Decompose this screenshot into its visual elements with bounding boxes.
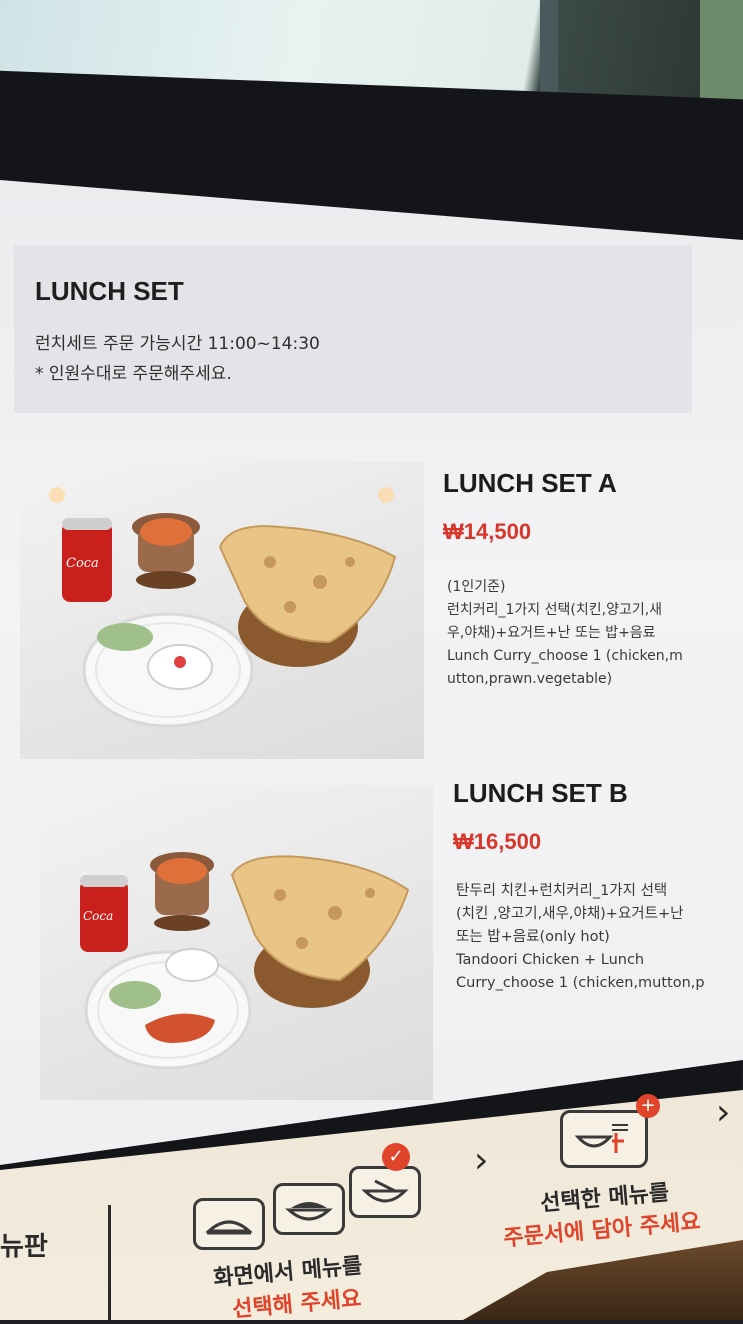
desc-line: (1인기준)	[447, 579, 506, 595]
desc-line: 우,야채)+요거트+난 또는 밥+음료	[447, 625, 656, 641]
lunch-set-a-name[interactable]: LUNCH SET A	[443, 468, 617, 499]
lunch-set-b-name[interactable]: LUNCH SET B	[453, 778, 628, 809]
lunch-set-a-description: (1인기준) 런치커리_1가지 선택(치킨,양고기,새 우,야채)+요거트+난 …	[447, 576, 683, 691]
info-hours: 런치세트 주문 가능시간 11:00~14:30	[35, 334, 320, 354]
lunch-set-b-image[interactable]: Coca	[40, 785, 433, 1100]
svg-text:Coca: Coca	[66, 556, 99, 571]
info-note: * 인원수대로 주문해주세요.	[35, 364, 232, 384]
check-badge-icon: ✓	[382, 1143, 410, 1171]
menu-board-label: 뉴판	[0, 1232, 48, 1262]
chevron-right-icon-2: ›	[716, 1092, 731, 1133]
lunch-set-b-description: 탄두리 치킨+런치커리_1가지 선택 (치킨 ,양고기,새우,야채)+요거트+난…	[456, 880, 705, 995]
dish-icon	[193, 1198, 265, 1250]
divider	[108, 1205, 111, 1320]
food-photo-a: Coca	[49, 487, 397, 728]
desc-line: 탄두리 치킨+런치커리_1가지 선택	[456, 883, 668, 899]
info-title: LUNCH SET	[35, 276, 184, 306]
lunch-set-a-image[interactable]: Coca	[20, 462, 424, 759]
lunch-set-b-price: ₩16,500	[453, 829, 542, 854]
lunch-set-a-price: ₩14,500	[443, 519, 532, 544]
food-photo-b: Coca	[80, 852, 410, 1070]
desc-line: Tandoori Chicken + Lunch	[456, 952, 645, 968]
plus-badge-icon: +	[636, 1094, 660, 1118]
desc-line: 또는 밥+음료(only hot)	[456, 929, 610, 945]
desc-line: Lunch Curry_choose 1 (chicken,m	[447, 648, 683, 664]
desc-line: (치킨 ,양고기,새우,야채)+요거트+난	[456, 906, 684, 922]
desc-line: utton,prawn.vegetable)	[447, 671, 613, 687]
chevron-right-icon: ›	[474, 1140, 489, 1181]
rice-bowl-icon	[273, 1183, 345, 1235]
svg-text:Coca: Coca	[83, 909, 113, 923]
order-tap-icon	[560, 1110, 648, 1168]
desc-line: Curry_choose 1 (chicken,mutton,p	[456, 975, 705, 991]
noodle-bowl-icon	[349, 1166, 421, 1218]
desc-line: 런치커리_1가지 선택(치킨,양고기,새	[447, 602, 663, 618]
